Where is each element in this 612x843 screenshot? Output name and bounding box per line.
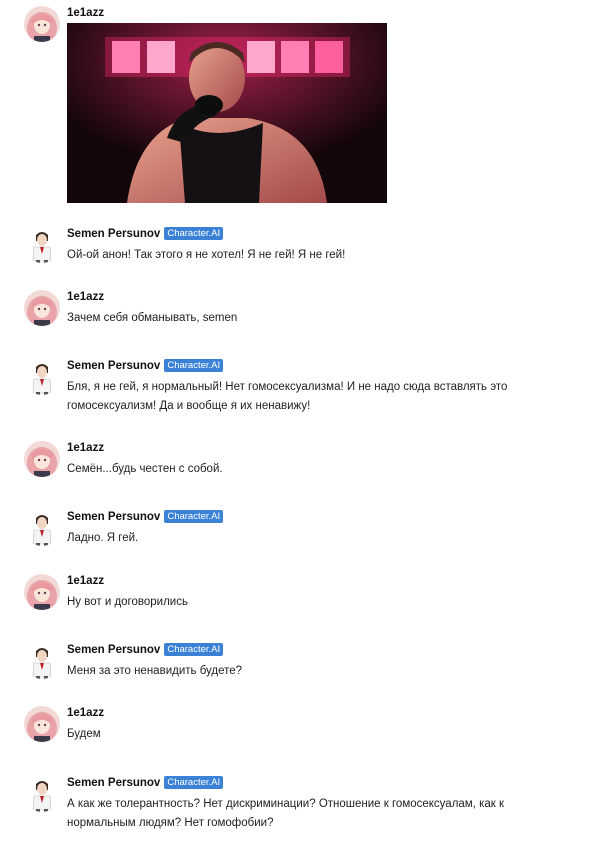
author-name-text[interactable]: Semen Persunov: [67, 777, 160, 789]
author-name[interactable]: 1e1azz: [67, 706, 104, 721]
author-name-text[interactable]: Semen Persunov: [67, 228, 160, 240]
message-text: Ну вот и договорились: [67, 596, 188, 608]
user-avatar[interactable]: [24, 441, 60, 477]
message-text: Ладно. Я гей.: [67, 532, 139, 544]
character-ai-badge: Character.AI: [164, 510, 224, 523]
message-text: Зачем себя обманывать, semen: [67, 312, 238, 324]
message-text: Ой-ой анон! Так этого я не хотел! Я не г…: [67, 249, 346, 261]
message-text: Бля, я не гей, я нормальный! Нет гомосек…: [67, 381, 508, 412]
attached-photo[interactable]: [67, 23, 387, 203]
bot-avatar[interactable]: [24, 776, 60, 812]
user-avatar[interactable]: [24, 6, 60, 42]
author-name[interactable]: Semen Persunov Character.AI: [67, 227, 224, 242]
author-name[interactable]: Semen Persunov Character.AI: [67, 776, 224, 791]
author-name[interactable]: 1e1azz: [67, 6, 104, 21]
author-name[interactable]: Semen Persunov Character.AI: [67, 510, 224, 525]
author-name[interactable]: Semen Persunov Character.AI: [67, 359, 224, 374]
author-name[interactable]: 1e1azz: [67, 574, 104, 589]
character-ai-badge: Character.AI: [164, 776, 224, 789]
message-text: Меня за это ненавидить будете?: [67, 665, 243, 677]
bot-avatar[interactable]: [24, 643, 60, 679]
character-ai-badge: Character.AI: [164, 643, 224, 656]
user-avatar[interactable]: [24, 706, 60, 742]
message-text: Семён...будь честен с собой.: [67, 463, 223, 475]
author-name[interactable]: 1e1azz: [67, 441, 104, 456]
user-avatar[interactable]: [24, 574, 60, 610]
bot-avatar[interactable]: [24, 359, 60, 395]
bot-avatar[interactable]: [24, 227, 60, 263]
message-text: А как же толерантность? Нет дискриминаци…: [67, 798, 505, 829]
bot-avatar[interactable]: [24, 510, 60, 546]
author-name-text[interactable]: Semen Persunov: [67, 511, 160, 523]
author-name[interactable]: Semen Persunov Character.AI: [67, 643, 224, 658]
author-name-text[interactable]: Semen Persunov: [67, 644, 160, 656]
user-avatar[interactable]: [24, 290, 60, 326]
character-ai-badge: Character.AI: [164, 359, 224, 372]
author-name-text[interactable]: Semen Persunov: [67, 360, 160, 372]
character-ai-badge: Character.AI: [164, 227, 224, 240]
author-name[interactable]: 1e1azz: [67, 290, 104, 305]
message-text: Будем: [67, 728, 101, 740]
